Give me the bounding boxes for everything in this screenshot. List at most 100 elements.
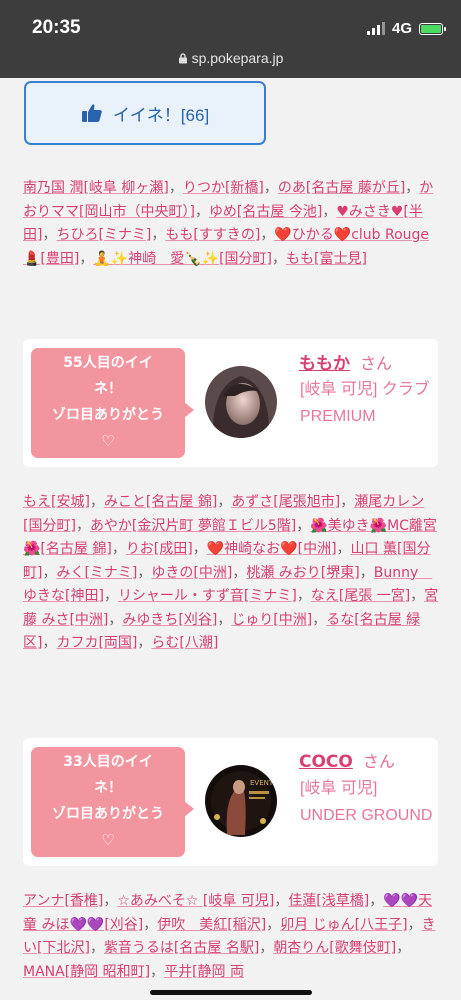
liker-link[interactable]: 朝杏りん[歌舞伎町] [273, 940, 396, 956]
list-separator: ， [79, 250, 94, 267]
bubble-text: ゾロ目ありがとう [52, 407, 164, 423]
like-button[interactable]: イイネ！[66] [24, 81, 266, 145]
avatar[interactable]: EVENT [205, 765, 277, 837]
list-separator: ， [217, 494, 232, 510]
liker-link[interactable]: あやか[金沢片町 夢館Ｉビル5階] [90, 518, 296, 534]
milestone-card[interactable]: 33人目のイイ ネ！ ゾロ目ありがとう ♡ EVENT COCO さん [岐阜 可… [23, 738, 438, 866]
list-separator: ， [274, 893, 289, 909]
list-separator: ， [272, 250, 287, 267]
liker-link[interactable]: りお[成田] [126, 541, 193, 557]
liker-link[interactable]: もえ[安城] [23, 494, 90, 510]
list-separator: ， [42, 635, 57, 651]
milestone-bubble: 55人目のイイ ネ！ ゾロ目ありがとう ♡ [31, 348, 194, 458]
list-separator: ， [296, 588, 311, 604]
liker-link[interactable]: 平井[静岡 両 [164, 964, 244, 980]
list-separator: ， [340, 494, 355, 510]
shop-link[interactable]: [岐阜 可児] UNDER GROUND [300, 775, 435, 829]
list-separator: ， [89, 940, 104, 956]
thumbs-up-icon [81, 104, 102, 122]
bubble-text: ネ！ [94, 381, 122, 397]
list-separator: ， [266, 916, 281, 933]
list-separator: ， [194, 203, 209, 220]
battery-icon [419, 22, 446, 35]
list-separator: ， [312, 611, 327, 628]
list-separator: ， [168, 180, 183, 196]
liker-link[interactable]: 卯月 じゅん[八王子] [280, 917, 407, 933]
liker-link[interactable]: カフカ[両国] [56, 635, 137, 651]
clock: 20:35 [32, 17, 81, 38]
list-separator: ， [407, 916, 422, 933]
bubble-text: 55人目のイイ [63, 355, 153, 371]
liker-link[interactable]: アンナ[香椎] [23, 893, 103, 909]
liker-link[interactable]: もも[すすきの] [165, 227, 260, 243]
liker-link[interactable]: ちひろ[ミナミ] [56, 227, 151, 243]
liker-link[interactable]: ☆あみべそ☆ [岐阜 可児] [117, 893, 274, 909]
list-separator: ， [396, 940, 411, 956]
list-separator: ， [150, 963, 165, 980]
liker-link[interactable]: リシャール・すず音[ミナミ] [118, 588, 297, 604]
list-separator: ， [232, 564, 247, 581]
heart-icon: ♡ [101, 831, 115, 849]
list-separator: ， [263, 180, 278, 196]
list-separator: ， [42, 564, 57, 581]
avatar[interactable] [205, 366, 277, 438]
liker-list-3: アンナ[香椎]，☆あみべそ☆ [岐阜 可児]，佳蓮[浅草橋]，💜💜天童 みほ💜💜… [23, 890, 439, 1000]
status-icons: 4G [366, 20, 446, 37]
liker-link[interactable]: みく[ミナミ] [56, 565, 137, 581]
list-separator: ， [75, 517, 90, 534]
list-separator: ， [405, 180, 420, 196]
bubble-text: 33人目のイイ [63, 754, 153, 770]
liker-link[interactable]: りつか[新橋] [183, 180, 264, 196]
list-separator: ， [103, 588, 118, 604]
liker-link[interactable]: 佳蓮[浅草橋] [288, 893, 369, 909]
liker-link[interactable]: みこと[名古屋 錦] [104, 494, 217, 510]
liker-link[interactable]: のあ[名古屋 藤が丘] [278, 180, 405, 196]
liker-link[interactable]: なえ[尾張 一宮] [311, 588, 410, 604]
liker-link[interactable]: らむ[八潮] [151, 635, 218, 651]
girl-name: COCO [299, 752, 353, 772]
milestone-card[interactable]: 55人目のイイ ネ！ ゾロ目ありがとう ♡ ももか さん [岐阜 可児] クラブP… [23, 339, 438, 467]
liker-link[interactable]: 🧘✨神崎 愛🍾✨[国分町] [93, 251, 272, 267]
list-separator: ， [259, 940, 274, 956]
list-separator: ， [322, 203, 337, 220]
list-separator: ， [369, 893, 384, 909]
heart-icon: ♡ [101, 432, 115, 450]
liker-link[interactable]: 南乃国 潤[岐阜 柳ヶ瀬] [23, 180, 169, 196]
liker-link[interactable]: ❤️神崎なお❤️[中洲] [207, 541, 337, 557]
shop-link[interactable]: [岐阜 可児] クラブPREMIUM [300, 376, 435, 430]
list-separator: ， [137, 635, 152, 651]
list-separator: ， [42, 227, 57, 243]
bubble-text: ゾロ目ありがとう [52, 806, 164, 822]
home-indicator[interactable] [150, 990, 312, 995]
liker-list-1: 南乃国 潤[岐阜 柳ヶ瀬]，りつか[新橋]，のあ[名古屋 藤が丘]，かおりママ[… [23, 177, 439, 271]
lock-icon [178, 53, 187, 64]
liker-link[interactable]: 紫音うるは[名古屋 名駅] [104, 940, 259, 956]
liker-link[interactable]: あずさ[尾張旭市] [231, 494, 340, 510]
liker-link[interactable]: もも[富士見] [286, 251, 367, 267]
liker-link[interactable]: ゆめ[名古屋 今池] [209, 204, 322, 220]
girl-name-link[interactable]: COCO さん [299, 748, 395, 772]
list-separator: ， [336, 541, 351, 557]
list-separator: ， [89, 494, 104, 510]
honorific: さん [362, 752, 395, 771]
girl-name: ももか [299, 354, 350, 374]
list-separator: ， [103, 893, 118, 909]
list-separator: ， [296, 517, 311, 534]
url-text: sp.pokepara.jp [191, 50, 284, 66]
liker-link[interactable]: ゆきの[中洲] [151, 565, 232, 581]
address-bar[interactable]: sp.pokepara.jp [0, 50, 461, 66]
honorific: さん [360, 354, 393, 373]
network-type: 4G [391, 20, 412, 37]
liker-link[interactable]: 伊吹 美紅[稲沢] [157, 917, 266, 933]
liker-link[interactable]: じゅり[中洲] [231, 612, 312, 628]
list-separator: ， [410, 588, 425, 604]
liker-link[interactable]: 桃瀬 みおり[堺東] [246, 565, 359, 581]
list-separator: ， [217, 611, 232, 628]
girl-name-link[interactable]: ももか さん [299, 349, 392, 374]
list-separator: ， [151, 227, 166, 243]
list-separator: ， [137, 564, 152, 581]
liker-link[interactable]: みゆきち[刈谷] [122, 612, 217, 628]
list-separator: ， [260, 227, 275, 243]
status-bar: 20:35 4G sp.pokepara.jp [0, 0, 461, 78]
liker-link[interactable]: MANA[静岡 昭和町] [23, 964, 150, 980]
